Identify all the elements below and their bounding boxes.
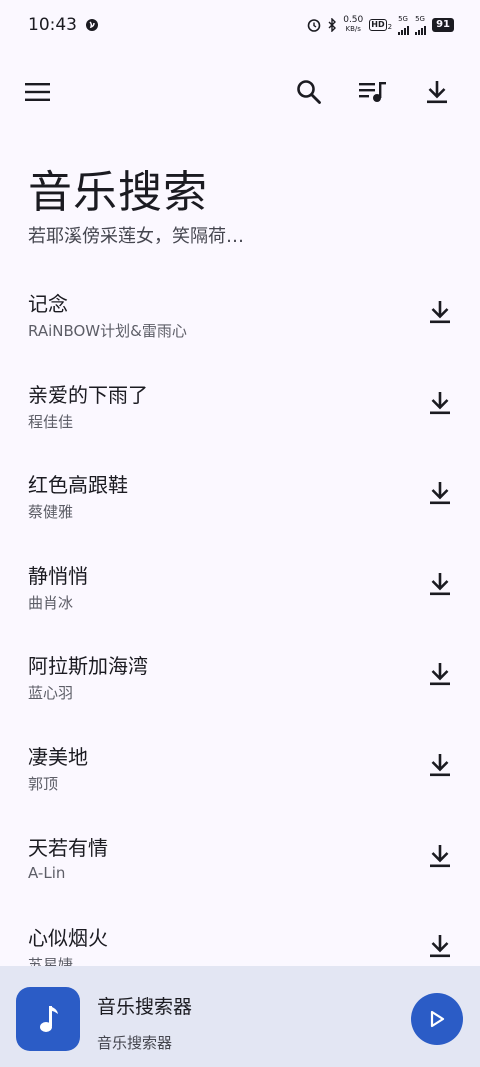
song-list-item[interactable]: 天若有情 A-Lin <box>0 810 480 901</box>
song-title: 凄美地 <box>28 744 88 769</box>
download-icon <box>427 81 447 104</box>
download-icon <box>430 482 450 505</box>
mini-player[interactable]: 音乐搜索器 音乐搜索器 <box>0 966 480 1067</box>
song-artist: 苏星婕 <box>28 956 74 966</box>
song-download-button[interactable] <box>420 473 460 513</box>
song-artist: 蔡健雅 <box>28 503 74 522</box>
song-download-button[interactable] <box>420 654 460 694</box>
battery-indicator: 91 <box>432 18 454 32</box>
search-icon <box>297 80 321 104</box>
network-speed: 0.50 KB/s <box>343 16 363 34</box>
app-notification-icon <box>85 18 99 32</box>
menu-icon <box>25 83 50 101</box>
signal-icon <box>415 23 427 35</box>
song-title: 阿拉斯加海湾 <box>28 654 148 679</box>
download-icon <box>430 935 450 958</box>
page-subtitle: 若耶溪傍采莲女，笑隔荷… <box>28 226 244 247</box>
song-artist: 程佳佳 <box>28 412 74 431</box>
hd-badge: HD <box>369 19 387 31</box>
sim2-signal: 5G <box>415 14 427 35</box>
queue-music-icon <box>359 82 386 102</box>
song-title: 红色高跟鞋 <box>28 473 128 498</box>
network-speed-unit: KB/s <box>345 25 361 33</box>
top-app-bar <box>0 64 480 120</box>
song-download-button[interactable] <box>420 383 460 423</box>
bluetooth-icon <box>327 18 337 32</box>
song-list-item[interactable]: 红色高跟鞋 蔡健雅 <box>0 447 480 538</box>
menu-button[interactable] <box>16 70 60 114</box>
download-icon <box>430 663 450 686</box>
signal-icon <box>398 23 410 35</box>
song-artist: A-Lin <box>28 863 66 882</box>
queue-music-button[interactable] <box>351 70 395 114</box>
play-icon <box>430 1010 445 1028</box>
song-download-button[interactable] <box>420 564 460 604</box>
status-right: 0.50 KB/s HD 2 5G 5G 91 <box>307 14 454 35</box>
download-icon <box>430 572 450 595</box>
song-title: 天若有情 <box>28 835 108 860</box>
page-title: 音乐搜索 <box>28 167 208 218</box>
search-button[interactable] <box>287 70 331 114</box>
song-artist: 曲肖冰 <box>28 593 74 612</box>
song-title: 静悄悄 <box>28 563 88 588</box>
hd-indicator: HD 2 <box>369 19 392 31</box>
download-all-button[interactable] <box>415 70 459 114</box>
song-list-item[interactable]: 静悄悄 曲肖冰 <box>0 538 480 629</box>
status-bar: 10:43 0.50 KB/s HD 2 5G 5G 91 <box>0 0 480 50</box>
song-list-item[interactable]: 阿拉斯加海湾 蓝心羽 <box>0 628 480 719</box>
song-download-button[interactable] <box>420 745 460 785</box>
download-icon <box>430 301 450 324</box>
player-title: 音乐搜索器 <box>97 996 193 1018</box>
song-download-button[interactable] <box>420 836 460 876</box>
song-list-item[interactable]: 记念 RAiNBOW计划&雷雨心 <box>0 266 480 357</box>
song-title: 记念 <box>28 292 68 316</box>
song-list-item[interactable]: 心似烟火 苏星婕 <box>0 900 480 966</box>
song-download-button[interactable] <box>420 926 460 966</box>
sim1-label: 5G <box>398 14 408 23</box>
song-artist: 郭顶 <box>28 774 59 793</box>
play-button[interactable] <box>411 993 463 1045</box>
status-left: 10:43 <box>28 15 99 35</box>
player-cover <box>16 987 80 1051</box>
download-icon <box>430 391 450 414</box>
song-list-item[interactable]: 亲爱的下雨了 程佳佳 <box>0 357 480 448</box>
download-icon <box>430 753 450 777</box>
song-title: 心似烟火 <box>28 926 108 951</box>
sim1-signal: 5G <box>398 14 410 35</box>
song-download-button[interactable] <box>420 292 460 332</box>
player-subtitle: 音乐搜索器 <box>97 1034 173 1052</box>
download-icon <box>430 844 450 867</box>
song-list: 记念 RAiNBOW计划&雷雨心 亲爱的下雨了 程佳佳 红色高跟鞋 蔡健雅 静悄… <box>0 266 480 966</box>
song-list-item[interactable]: 凄美地 郭顶 <box>0 719 480 810</box>
status-time: 10:43 <box>28 15 77 35</box>
song-title: 亲爱的下雨了 <box>28 382 148 407</box>
hd-sub: 2 <box>387 23 393 31</box>
song-artist: RAiNBOW计划&雷雨心 <box>28 322 187 340</box>
alarm-icon <box>307 18 321 32</box>
music-note-icon <box>40 1006 58 1032</box>
song-artist: 蓝心羽 <box>28 684 74 703</box>
sim2-label: 5G <box>415 14 425 23</box>
network-speed-value: 0.50 <box>343 15 364 25</box>
